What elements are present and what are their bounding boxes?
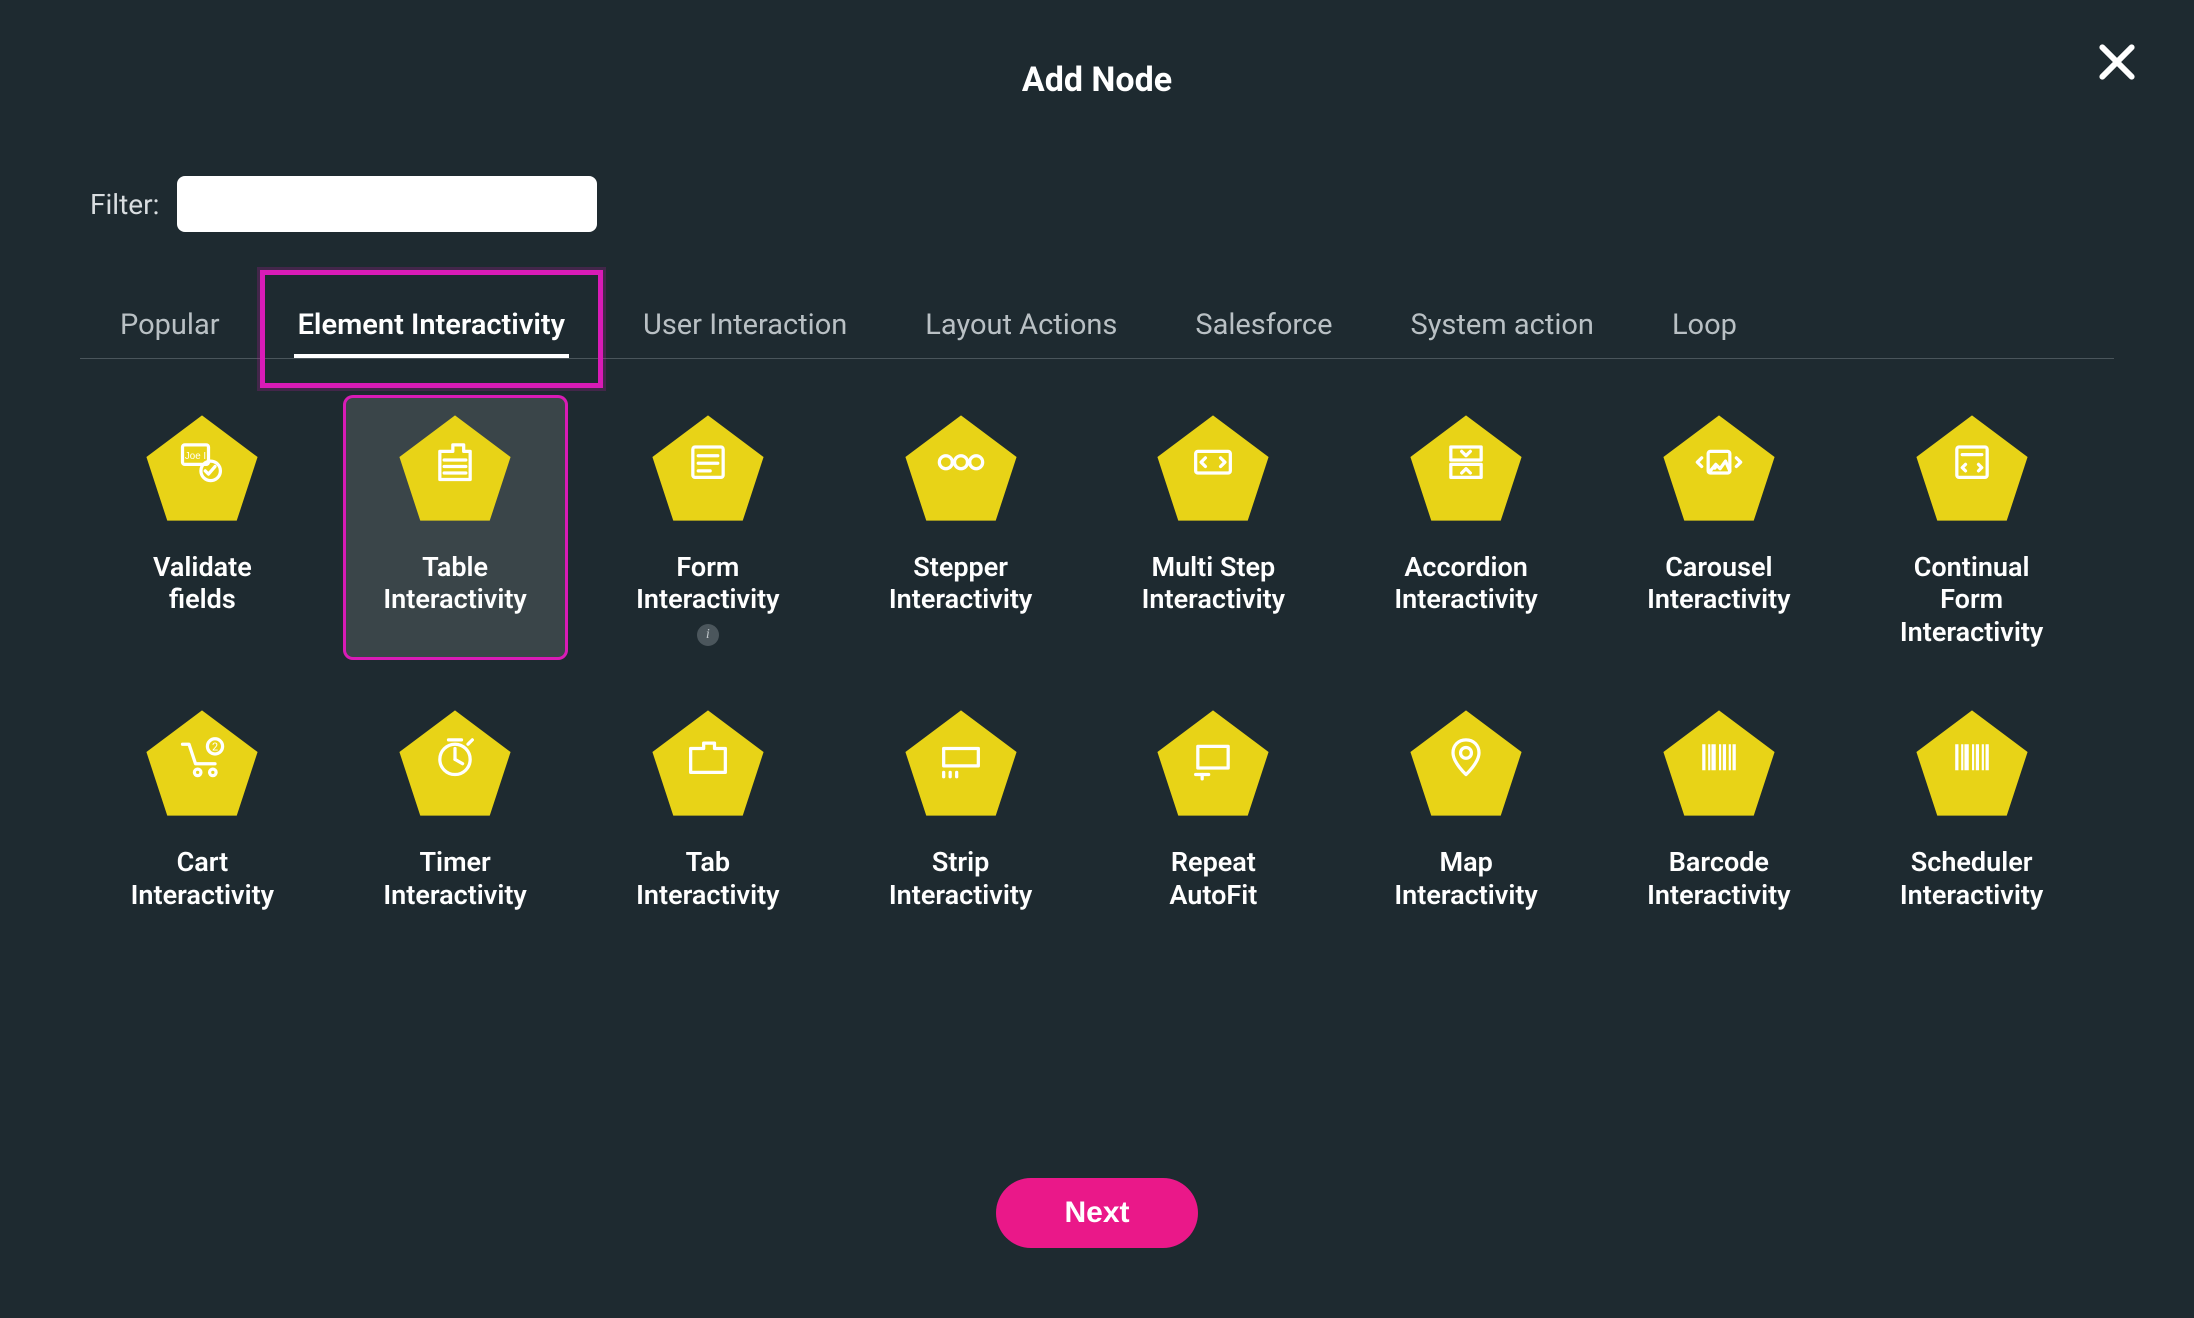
scheduler-icon (1946, 731, 1998, 783)
svg-text:Joe I: Joe I (185, 451, 206, 462)
tab-layout-actions[interactable]: Layout Actions (915, 296, 1127, 358)
node-accordion-interactivity[interactable]: Accordion Interactivity (1354, 395, 1579, 660)
tab-element-interactivity[interactable]: Element Interactivity (288, 296, 575, 358)
tab-loop[interactable]: Loop (1662, 296, 1747, 358)
node-stepper-interactivity[interactable]: Stepper Interactivity (848, 395, 1073, 660)
node-strip-interactivity[interactable]: Strip Interactivity (848, 690, 1073, 923)
pentagon-icon (650, 413, 766, 523)
node-tab-interactivity[interactable]: Tab Interactivity (596, 690, 821, 923)
pentagon-icon (1155, 708, 1271, 818)
node-carousel-interactivity[interactable]: Carousel Interactivity (1607, 395, 1832, 660)
pentagon-icon (1408, 708, 1524, 818)
node-scheduler-interactivity[interactable]: Scheduler Interactivity (1859, 690, 2084, 923)
add-node-dialog: Add Node Filter: Popular Element Interact… (0, 0, 2194, 1318)
node-grid: Joe I Validate fields Table Interactivity F… (90, 395, 2084, 923)
node-validate-fields[interactable]: Joe I Validate fields (90, 395, 315, 660)
tab-system-action[interactable]: System action (1400, 296, 1603, 358)
pentagon-icon (1661, 708, 1777, 818)
node-label: Timer Interactivity (383, 846, 526, 911)
pentagon-icon (903, 413, 1019, 523)
node-barcode-interactivity[interactable]: Barcode Interactivity (1607, 690, 1832, 923)
node-label: Map Interactivity (1394, 846, 1537, 911)
form-icon (682, 436, 734, 488)
multi-step-icon (1187, 436, 1239, 488)
pentagon-icon: 2 (144, 708, 260, 818)
continual-form-icon (1946, 436, 1998, 488)
close-icon (2095, 40, 2139, 84)
tab-icon (682, 731, 734, 783)
node-label: Repeat AutoFit (1169, 846, 1257, 911)
node-cart-interactivity[interactable]: 2 Cart Interactivity (90, 690, 315, 923)
tab-salesforce[interactable]: Salesforce (1185, 296, 1342, 358)
next-button[interactable]: Next (996, 1178, 1197, 1248)
cart-icon: 2 (176, 731, 228, 783)
pentagon-icon (1661, 413, 1777, 523)
node-multi-step-interactivity[interactable]: Multi Step Interactivity (1101, 395, 1326, 660)
dialog-footer: Next (0, 1178, 2194, 1248)
node-table-interactivity[interactable]: Table Interactivity (343, 395, 568, 660)
pentagon-icon (1155, 413, 1271, 523)
node-label: Tab Interactivity (636, 846, 779, 911)
pentagon-icon (397, 708, 513, 818)
node-grid-scroll[interactable]: Joe I Validate fields Table Interactivity F… (80, 395, 2114, 1015)
validate-icon: Joe I (176, 436, 228, 488)
node-label: Stepper Interactivity (889, 551, 1032, 616)
node-map-interactivity[interactable]: Map Interactivity (1354, 690, 1579, 923)
map-icon (1440, 731, 1492, 783)
stepper-icon (935, 436, 987, 488)
node-label: Carousel Interactivity (1647, 551, 1790, 616)
info-icon[interactable]: i (697, 624, 719, 646)
repeat-icon (1187, 731, 1239, 783)
pentagon-icon (903, 708, 1019, 818)
node-label: Strip Interactivity (889, 846, 1032, 911)
pentagon-icon (397, 413, 513, 523)
pentagon-icon: Joe I (144, 413, 260, 523)
node-label: Barcode Interactivity (1647, 846, 1790, 911)
strip-icon (935, 731, 987, 783)
pentagon-icon (1408, 413, 1524, 523)
pentagon-icon (650, 708, 766, 818)
pentagon-icon (1914, 708, 2030, 818)
dialog-title: Add Node (80, 60, 2114, 100)
pentagon-icon (1914, 413, 2030, 523)
tabs-bar: Popular Element Interactivity User Interac… (80, 296, 2114, 359)
node-label: Scheduler Interactivity (1900, 846, 2043, 911)
node-repeat-autofit[interactable]: Repeat AutoFit (1101, 690, 1326, 923)
tab-user-interaction[interactable]: User Interaction (633, 296, 857, 358)
node-label: Continual Form Interactivity (1900, 551, 2043, 648)
table-icon (429, 436, 481, 488)
tab-popular[interactable]: Popular (110, 296, 230, 358)
node-timer-interactivity[interactable]: Timer Interactivity (343, 690, 568, 923)
node-label: Validate fields (153, 551, 252, 616)
node-label: Cart Interactivity (131, 846, 274, 911)
filter-input[interactable] (177, 176, 597, 232)
node-form-interactivity[interactable]: Form Interactivity i (596, 395, 821, 660)
barcode-icon (1693, 731, 1745, 783)
close-button[interactable] (2095, 40, 2139, 84)
node-label: Accordion Interactivity (1394, 551, 1537, 616)
svg-text:2: 2 (212, 741, 218, 754)
timer-icon (429, 731, 481, 783)
filter-row: Filter: (90, 176, 2114, 232)
carousel-icon (1693, 436, 1745, 488)
node-continual-form-interactivity[interactable]: Continual Form Interactivity (1859, 395, 2084, 660)
node-label: Table Interactivity (383, 551, 526, 616)
node-label: Form Interactivity (636, 551, 779, 616)
filter-label: Filter: (90, 188, 159, 221)
accordion-icon (1440, 436, 1492, 488)
node-label: Multi Step Interactivity (1142, 551, 1285, 616)
